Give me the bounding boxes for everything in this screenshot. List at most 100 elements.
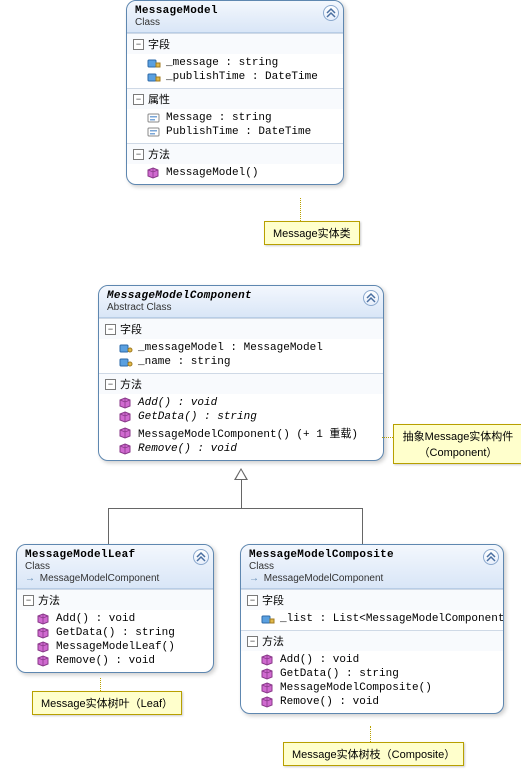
collapse-button[interactable] xyxy=(363,290,379,306)
note-connector xyxy=(300,198,301,221)
method-icon xyxy=(37,627,51,639)
field-member[interactable]: _list : List<MessageModelComponent> xyxy=(247,612,497,626)
inheritance-line xyxy=(362,508,363,544)
class-header[interactable]: MessageModelLeaf Class → MessageModelCom… xyxy=(17,545,213,589)
field-member[interactable]: _publishTime : DateTime xyxy=(133,70,337,84)
class-message-model-composite[interactable]: MessageModelComposite Class → MessageMod… xyxy=(240,544,504,714)
method-member[interactable]: Remove() : void xyxy=(105,442,377,456)
note-connector xyxy=(370,726,371,742)
field-private-icon xyxy=(147,71,161,83)
field-private-icon xyxy=(147,57,161,69)
section-properties: − 属性 Message : string PublishTime : Date… xyxy=(127,88,343,143)
section-toggle-icon[interactable]: − xyxy=(105,379,116,390)
class-kind: Class xyxy=(249,561,479,572)
collapse-button[interactable] xyxy=(483,549,499,565)
class-title: MessageModelComponent xyxy=(107,290,359,302)
method-icon xyxy=(261,696,275,708)
field-member[interactable]: _message : string xyxy=(133,56,337,70)
member-signature: _messageModel : MessageModel xyxy=(138,342,323,354)
member-signature: Add() : void xyxy=(56,613,135,625)
member-signature: Message : string xyxy=(166,112,272,124)
field-member[interactable]: _name : string xyxy=(105,355,377,369)
diagram-canvas: MessageModel Class − 字段 _message : strin… xyxy=(0,0,521,773)
method-member[interactable]: Add() : void xyxy=(105,396,377,410)
class-kind: Class xyxy=(25,561,189,572)
method-member[interactable]: Remove() : void xyxy=(247,695,497,709)
method-member[interactable]: Add() : void xyxy=(247,653,497,667)
section-header[interactable]: − 字段 xyxy=(99,319,383,339)
class-title: MessageModelLeaf xyxy=(25,549,189,561)
section-toggle-icon[interactable]: − xyxy=(133,149,144,160)
member-signature: GetData() : string xyxy=(56,627,175,639)
member-signature: MessageModelLeaf() xyxy=(56,641,175,653)
class-kind: Class xyxy=(135,17,319,28)
section-fields: − 字段 _list : List<MessageModelComponent> xyxy=(241,589,503,630)
section-label: 字段 xyxy=(120,321,142,337)
method-member[interactable]: GetData() : string xyxy=(105,410,377,424)
method-icon xyxy=(119,397,133,409)
class-title: MessageModelComposite xyxy=(249,549,479,561)
member-signature: Add() : void xyxy=(138,397,217,409)
member-signature: _message : string xyxy=(166,57,278,69)
method-member[interactable]: GetData() : string xyxy=(247,667,497,681)
inheritance-line xyxy=(241,480,242,508)
property-icon xyxy=(147,126,161,138)
section-toggle-icon[interactable]: − xyxy=(247,595,258,606)
method-icon xyxy=(261,668,275,680)
section-toggle-icon[interactable]: − xyxy=(23,595,34,606)
section-header[interactable]: − 方法 xyxy=(99,374,383,394)
note-abstract-component: 抽象Message实体构件（Component） xyxy=(393,424,521,464)
section-header[interactable]: − 方法 xyxy=(241,631,503,651)
section-toggle-icon[interactable]: − xyxy=(133,94,144,105)
note-connector xyxy=(382,437,393,438)
inherits-arrow-icon: → xyxy=(25,573,35,584)
member-signature: _name : string xyxy=(138,356,230,368)
field-protected-icon xyxy=(119,342,133,354)
section-header[interactable]: − 字段 xyxy=(127,34,343,54)
method-icon xyxy=(119,443,133,455)
method-member[interactable]: MessageModelComposite() xyxy=(247,681,497,695)
method-icon xyxy=(37,655,51,667)
property-member[interactable]: PublishTime : DateTime xyxy=(133,125,337,139)
class-message-model-component[interactable]: MessageModelComponent Abstract Class − 字… xyxy=(98,285,384,461)
property-icon xyxy=(147,112,161,124)
section-toggle-icon[interactable]: − xyxy=(247,636,258,647)
section-toggle-icon[interactable]: − xyxy=(105,324,116,335)
inherits-name: MessageModelComponent xyxy=(264,573,384,584)
section-header[interactable]: − 方法 xyxy=(127,144,343,164)
method-icon xyxy=(119,411,133,423)
inherits-name: MessageModelComponent xyxy=(40,573,160,584)
section-header[interactable]: − 字段 xyxy=(241,590,503,610)
section-label: 属性 xyxy=(148,91,170,107)
method-member[interactable]: Remove() : void xyxy=(23,654,207,668)
field-member[interactable]: _messageModel : MessageModel xyxy=(105,341,377,355)
note-leaf: Message实体树叶（Leaf） xyxy=(32,691,182,715)
collapse-button[interactable] xyxy=(193,549,209,565)
class-inherits: → MessageModelComponent xyxy=(25,573,189,584)
section-header[interactable]: − 属性 xyxy=(127,89,343,109)
method-member[interactable]: GetData() : string xyxy=(23,626,207,640)
section-methods: − 方法 Add() : void GetData() : string xyxy=(99,373,383,460)
section-label: 方法 xyxy=(148,146,170,162)
property-member[interactable]: Message : string xyxy=(133,111,337,125)
field-protected-icon xyxy=(119,356,133,368)
section-label: 方法 xyxy=(38,592,60,608)
member-signature: GetData() : string xyxy=(138,411,257,423)
method-icon xyxy=(37,641,51,653)
collapse-button[interactable] xyxy=(323,5,339,21)
method-member[interactable]: MessageModelComponent() (+ 1 重载) xyxy=(105,424,377,442)
class-message-model-leaf[interactable]: MessageModelLeaf Class → MessageModelCom… xyxy=(16,544,214,673)
note-message-entity: Message实体类 xyxy=(264,221,360,245)
method-member[interactable]: MessageModelLeaf() xyxy=(23,640,207,654)
section-toggle-icon[interactable]: − xyxy=(133,39,144,50)
class-header[interactable]: MessageModelComposite Class → MessageMod… xyxy=(241,545,503,589)
method-member[interactable]: MessageModel() xyxy=(133,166,337,180)
class-header[interactable]: MessageModel Class xyxy=(127,1,343,33)
section-label: 方法 xyxy=(120,376,142,392)
section-header[interactable]: − 方法 xyxy=(17,590,213,610)
class-header[interactable]: MessageModelComponent Abstract Class xyxy=(99,286,383,318)
class-message-model[interactable]: MessageModel Class − 字段 _message : strin… xyxy=(126,0,344,185)
member-signature: MessageModelComposite() xyxy=(280,682,432,694)
method-member[interactable]: Add() : void xyxy=(23,612,207,626)
section-methods: − 方法 Add() : void GetData() : string xyxy=(17,589,213,672)
